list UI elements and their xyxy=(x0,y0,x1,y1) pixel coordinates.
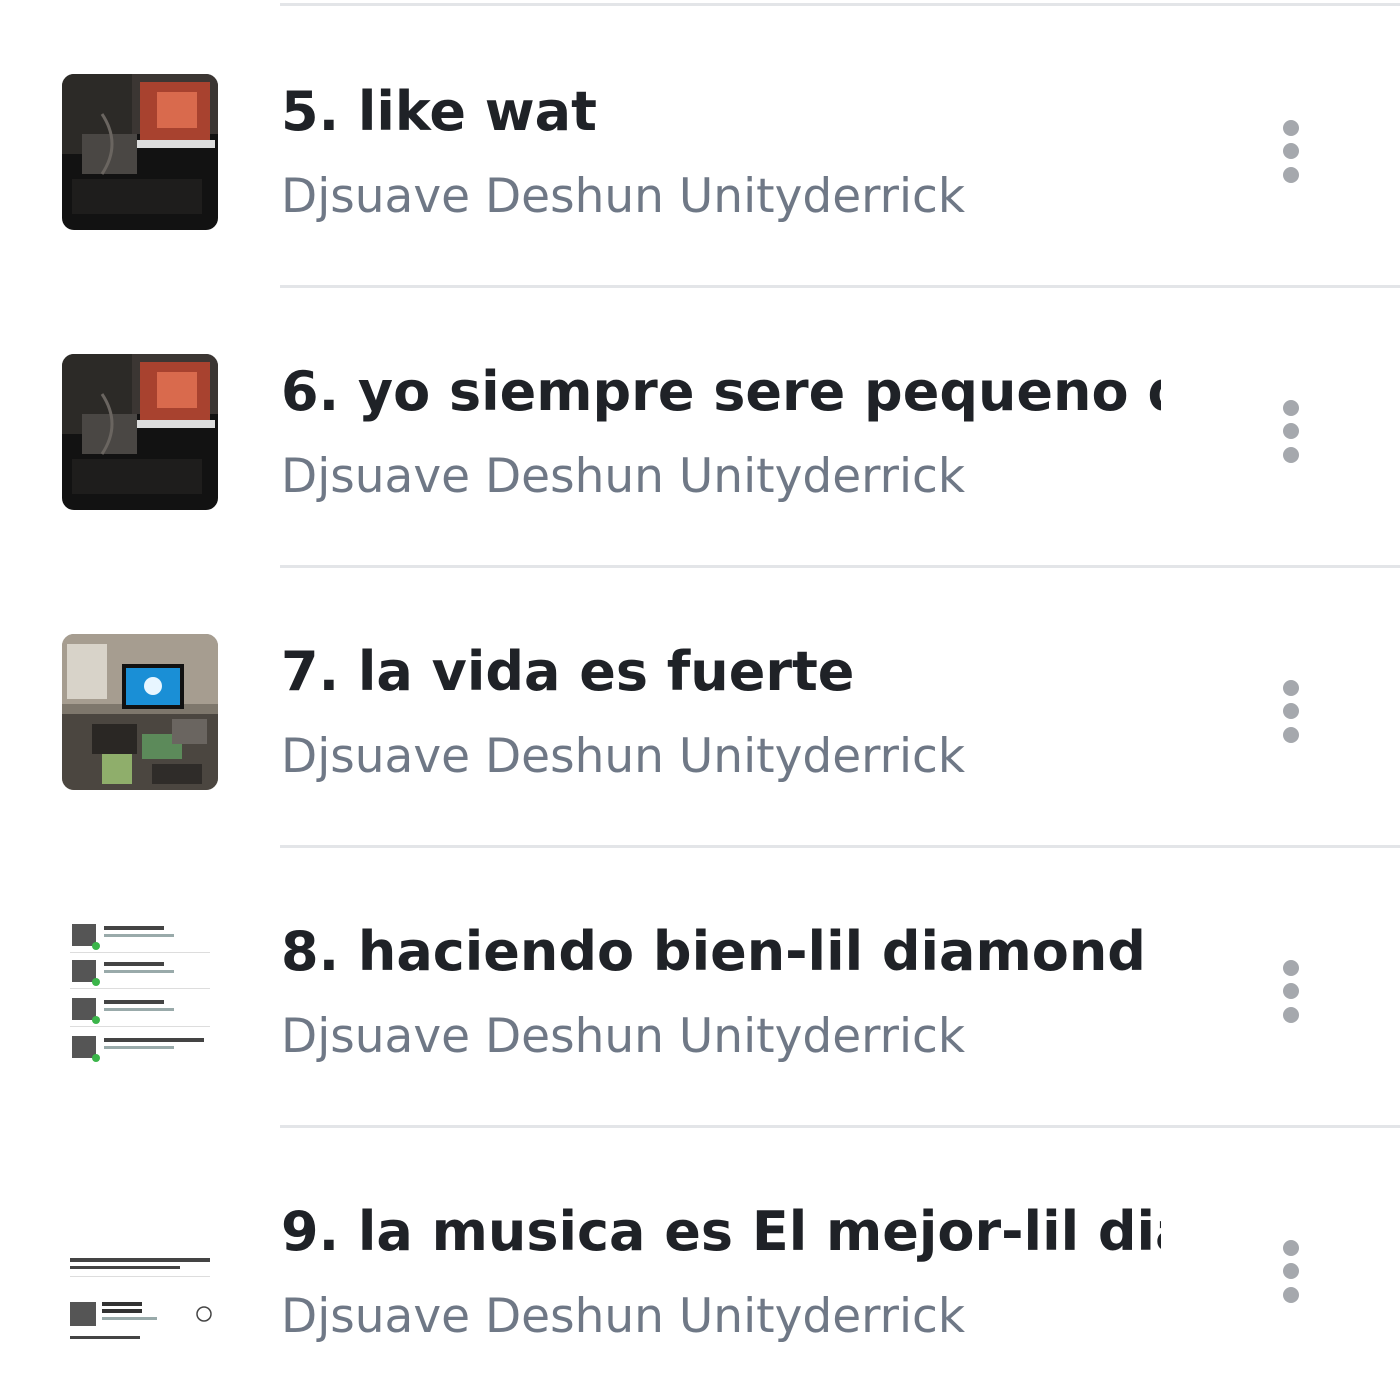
track-title: 5. like wat xyxy=(281,80,597,143)
track-title: 7. la vida es fuerte xyxy=(281,640,855,703)
track-row[interactable]: 5. like wat Djsuave Deshun Unityderrick xyxy=(0,5,1400,288)
track-artist: Djsuave Deshun Unityderrick xyxy=(281,449,966,504)
track-thumbnail xyxy=(62,1194,218,1350)
more-vertical-icon[interactable] xyxy=(1271,955,1311,1027)
more-vertical-icon[interactable] xyxy=(1271,1235,1311,1307)
track-thumbnail xyxy=(62,74,218,230)
track-artist: Djsuave Deshun Unityderrick xyxy=(281,1009,966,1064)
track-list: 5. like wat Djsuave Deshun Unityderrick … xyxy=(0,0,1400,1400)
track-artist: Djsuave Deshun Unityderrick xyxy=(281,729,966,784)
track-title: 9. la musica es El mejor-lil dia… xyxy=(281,1200,1161,1263)
more-vertical-icon[interactable] xyxy=(1271,675,1311,747)
track-thumbnail xyxy=(62,914,218,1070)
track-row[interactable]: 6. yo siempre sere pequeno di… Djsuave D… xyxy=(0,285,1400,568)
track-thumbnail xyxy=(62,354,218,510)
track-artist: Djsuave Deshun Unityderrick xyxy=(281,1289,966,1344)
more-vertical-icon[interactable] xyxy=(1271,395,1311,467)
track-row[interactable]: 7. la vida es fuerte Djsuave Deshun Unit… xyxy=(0,565,1400,848)
track-title: 8. haciendo bien-lil diamond P… xyxy=(281,920,1161,983)
track-artist: Djsuave Deshun Unityderrick xyxy=(281,169,966,224)
more-vertical-icon[interactable] xyxy=(1271,115,1311,187)
track-row[interactable]: 9. la musica es El mejor-lil dia… Djsuav… xyxy=(0,1125,1400,1400)
track-thumbnail xyxy=(62,634,218,790)
track-row[interactable]: 8. haciendo bien-lil diamond P… Djsuave … xyxy=(0,845,1400,1128)
track-title: 6. yo siempre sere pequeno di… xyxy=(281,360,1161,423)
